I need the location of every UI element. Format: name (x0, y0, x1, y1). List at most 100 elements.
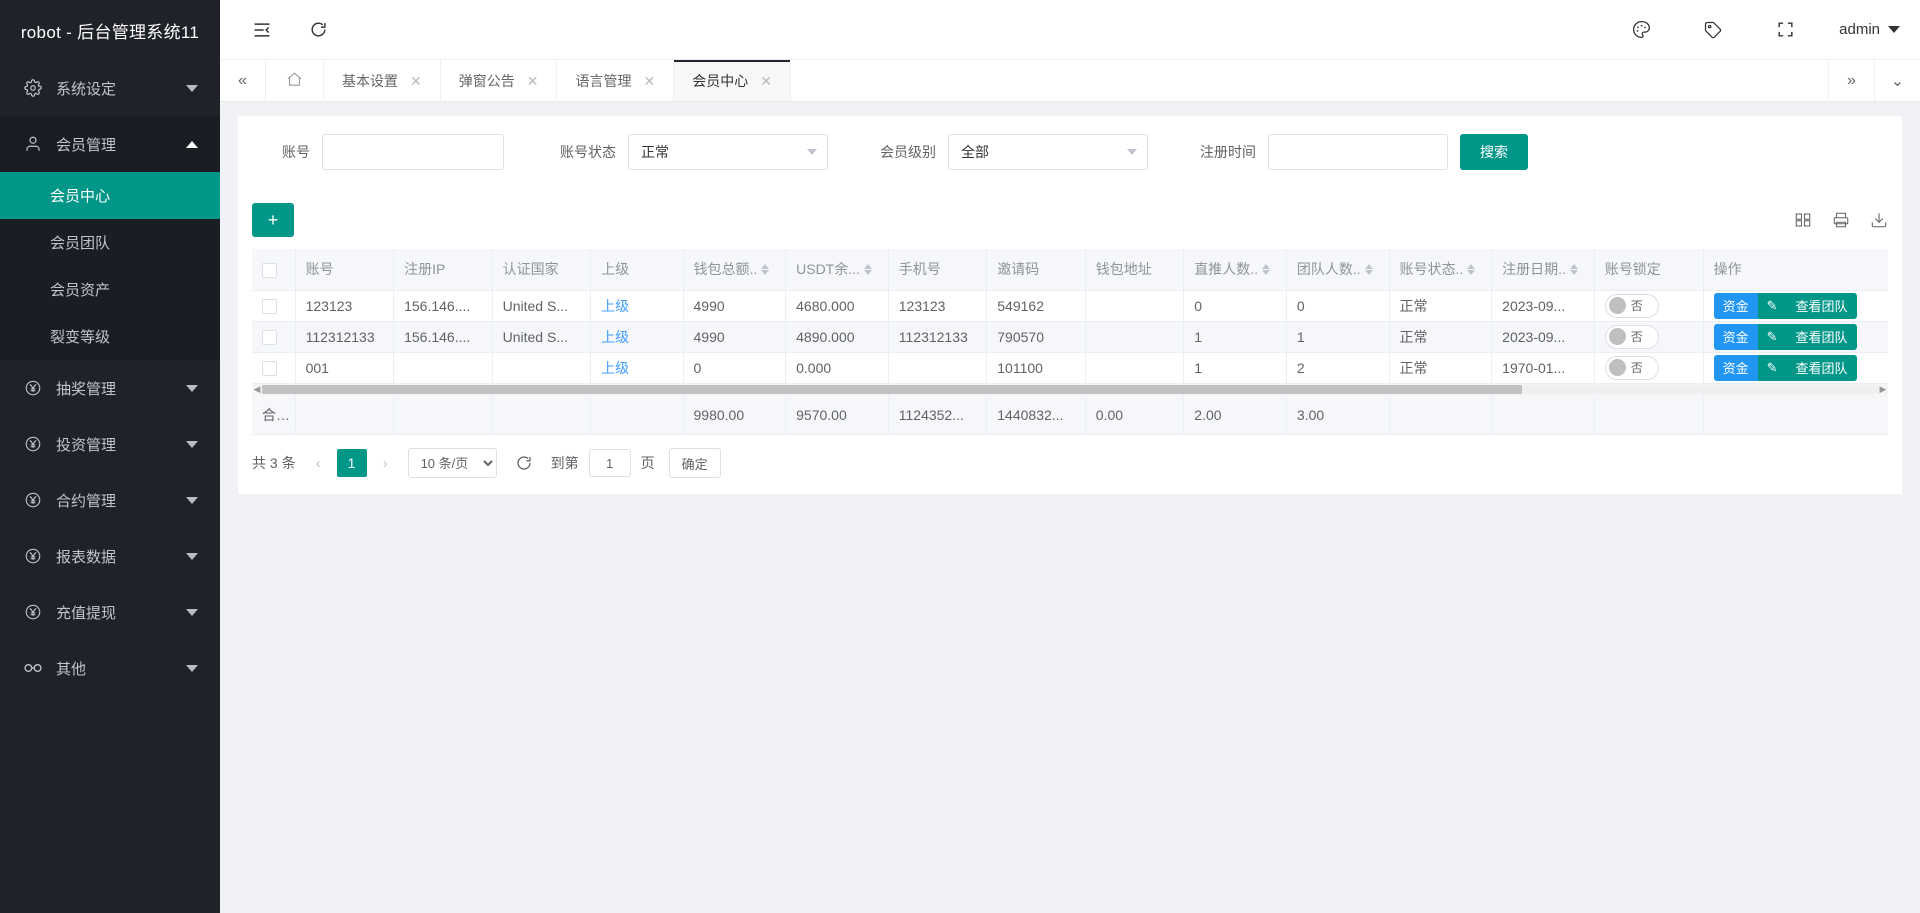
th-account[interactable]: 账号 (295, 249, 394, 290)
view-team-button[interactable]: 查看团队 (1787, 355, 1857, 381)
parent-link[interactable]: 上级 (601, 298, 629, 314)
member-center-card: 账号 账号状态 正常 会员级别 全部 (238, 116, 1902, 494)
tabs-scroll-right-button[interactable]: » (1828, 60, 1874, 101)
sidebar-item-label: 合约管理 (56, 490, 178, 511)
sidebar-item-member-team[interactable]: 会员团队 (0, 219, 220, 266)
sidebar-item-fission-level[interactable]: 裂变等级 (0, 313, 220, 360)
sidebar-item-member-assets[interactable]: 会员资产 (0, 266, 220, 313)
fund-button[interactable]: 资金 (1714, 293, 1758, 319)
tag-icon[interactable] (1693, 10, 1733, 50)
filter-status-label: 账号状态 (560, 142, 628, 162)
scrollbar-track[interactable] (262, 385, 1878, 394)
parent-link[interactable]: 上级 (601, 329, 629, 345)
sort-icon[interactable] (1262, 264, 1270, 275)
tabs-dropdown-button[interactable]: ⌄ (1874, 60, 1920, 101)
th-parent[interactable]: 上级 (591, 249, 683, 290)
prev-page-button[interactable]: ‹ (310, 455, 327, 472)
status-select[interactable]: 正常 (628, 134, 828, 170)
select-all-checkbox[interactable] (262, 263, 277, 278)
th-wallet-address[interactable]: 钱包地址 (1085, 249, 1184, 290)
account-lock-toggle[interactable]: 否 (1605, 356, 1659, 380)
tab-language-management[interactable]: 语言管理 ✕ (557, 60, 674, 101)
view-team-button[interactable]: 查看团队 (1787, 293, 1857, 319)
th-reg-date[interactable]: 注册日期.. (1492, 249, 1595, 290)
sidebar-item-contract-management[interactable]: 合约管理 (0, 472, 220, 528)
sidebar-item-member-center[interactable]: 会员中心 (0, 172, 220, 219)
sort-icon[interactable] (1570, 264, 1578, 275)
table-horizontal-scrollbar[interactable]: ◀ ▶ (252, 384, 1888, 396)
sort-icon[interactable] (864, 264, 872, 275)
next-page-button[interactable]: › (377, 455, 394, 472)
account-input[interactable] (322, 134, 504, 170)
pagination-refresh-icon[interactable] (515, 454, 533, 472)
edit-button[interactable]: ✎ (1758, 324, 1787, 350)
view-team-button[interactable]: 查看团队 (1787, 324, 1857, 350)
th-reg-ip[interactable]: 注册IP (394, 249, 493, 290)
th-phone[interactable]: 手机号 (888, 249, 987, 290)
cell-wallet-total: 4990 (683, 290, 786, 321)
chevron-down-icon (1888, 26, 1900, 33)
print-icon[interactable] (1832, 211, 1850, 229)
sort-icon[interactable] (1467, 264, 1475, 275)
th-team-count[interactable]: 团队人数.. (1286, 249, 1389, 290)
edit-button[interactable]: ✎ (1758, 293, 1787, 319)
sort-icon[interactable] (761, 264, 769, 275)
scroll-right-arrow-icon[interactable]: ▶ (1878, 384, 1888, 395)
user-menu[interactable]: admin (1839, 21, 1900, 38)
sidebar-item-report-data[interactable]: 报表数据 (0, 528, 220, 584)
close-icon[interactable]: ✕ (410, 74, 422, 88)
sidebar-item-member-management[interactable]: 会员管理 (0, 116, 220, 172)
edit-button[interactable]: ✎ (1758, 355, 1787, 381)
add-button[interactable]: + (252, 203, 294, 237)
sidebar-item-system-settings[interactable]: 系统设定 (0, 60, 220, 116)
tab-popup-announcement[interactable]: 弹窗公告 ✕ (441, 60, 558, 101)
row-checkbox[interactable] (262, 330, 277, 345)
tab-home[interactable] (266, 60, 324, 101)
jump-page-input[interactable] (589, 449, 631, 477)
chevron-down-icon (186, 497, 198, 504)
table-header-row: 账号 注册IP 认证国家 上级 钱包总额.. USDT余... 手机号 邀请码 … (252, 249, 1888, 290)
jump-confirm-button[interactable]: 确定 (669, 448, 721, 478)
close-icon[interactable]: ✕ (527, 74, 539, 88)
account-lock-toggle[interactable]: 否 (1605, 325, 1659, 349)
th-account-status[interactable]: 账号状态.. (1389, 249, 1492, 290)
fund-button[interactable]: 资金 (1714, 324, 1758, 350)
refresh-icon[interactable] (298, 10, 338, 50)
th-wallet-total[interactable]: 钱包总额.. (683, 249, 786, 290)
close-icon[interactable]: ✕ (643, 74, 655, 88)
palette-icon[interactable] (1621, 10, 1661, 50)
tab-member-center[interactable]: 会员中心 ✕ (674, 60, 791, 101)
page-size-select[interactable]: 10 条/页 20 条/页 50 条/页 100 条/页 (408, 448, 497, 478)
th-country[interactable]: 认证国家 (492, 249, 591, 290)
cell-reg-ip (394, 352, 493, 383)
row-checkbox[interactable] (262, 361, 277, 376)
sort-icon[interactable] (1365, 264, 1373, 275)
tab-basic-settings[interactable]: 基本设置 ✕ (324, 60, 441, 101)
export-icon[interactable] (1870, 211, 1888, 229)
th-usdt-balance[interactable]: USDT余... (786, 249, 889, 290)
sidebar-item-other[interactable]: 其他 (0, 640, 220, 696)
sidebar-item-deposit-withdraw[interactable]: 充值提现 (0, 584, 220, 640)
page-number-1[interactable]: 1 (337, 449, 367, 477)
search-button[interactable]: 搜索 (1460, 134, 1528, 170)
scroll-left-arrow-icon[interactable]: ◀ (252, 384, 262, 395)
cell-operations: 资金 ✎ 查看团队 (1703, 352, 1888, 383)
sidebar-item-lottery-management[interactable]: 抽奖管理 (0, 360, 220, 416)
tabs-scroll-left-button[interactable]: « (220, 60, 266, 101)
scrollbar-thumb[interactable] (262, 385, 1522, 394)
reg-time-input[interactable] (1268, 134, 1448, 170)
close-icon[interactable]: ✕ (760, 74, 772, 88)
level-select[interactable]: 全部 (948, 134, 1148, 170)
account-lock-toggle[interactable]: 否 (1605, 294, 1659, 318)
sidebar-item-investment-management[interactable]: 投资管理 (0, 416, 220, 472)
th-direct-count[interactable]: 直推人数.. (1184, 249, 1287, 290)
menu-fold-icon[interactable] (242, 10, 282, 50)
th-invite-code[interactable]: 邀请码 (987, 249, 1086, 290)
row-checkbox[interactable] (262, 299, 277, 314)
fullscreen-icon[interactable] (1765, 10, 1805, 50)
fund-button[interactable]: 资金 (1714, 355, 1758, 381)
columns-icon[interactable] (1794, 211, 1812, 229)
parent-link[interactable]: 上级 (601, 360, 629, 376)
sidebar-item-label: 报表数据 (56, 546, 178, 567)
summary-operations (1703, 396, 1888, 435)
